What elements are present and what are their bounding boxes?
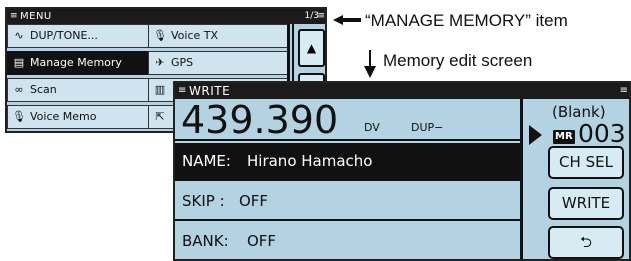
back-button[interactable]: ⮌ [548, 226, 624, 259]
menu-item-label: Manage Memory [30, 56, 122, 69]
play-arrow-icon [529, 125, 542, 145]
name-field-row[interactable]: NAME: Hirano Hamacho [175, 143, 520, 181]
write-list-end-icon: ≡ [619, 85, 628, 96]
frequency-display: 439.390 [181, 98, 339, 142]
menu-item-label: Scan [30, 83, 57, 96]
menu-item-label: GPS [171, 56, 194, 69]
mic-icon: 🎙 [12, 110, 26, 123]
write-screen: ≡ WRITE ≡ 439.390 DV DUP− NAME: Hirano H… [173, 81, 631, 261]
cs-icon: ▥ [154, 83, 166, 96]
menu-list-icon: ≡ [10, 11, 18, 21]
panel-divider [520, 99, 523, 259]
field-value: OFF [247, 232, 277, 250]
menu-item-manage-memory[interactable]: ▤ Manage Memory [7, 51, 149, 75]
menu-page-list-icon: ≡ [317, 11, 325, 21]
menu-item-label: Voice TX [171, 29, 219, 42]
menu-item-dup-tone[interactable]: ∿ DUP/TONE... [7, 24, 149, 48]
annotation-memory-edit: Memory edit screen [383, 51, 533, 70]
exit-icon: ⇱ [155, 110, 165, 123]
write-button[interactable]: WRITE [548, 187, 624, 220]
back-icon: ⮌ [579, 233, 592, 251]
tone-icon: ∿ [14, 29, 24, 42]
memory-channel-number: 003 [578, 119, 626, 148]
binoculars-icon: ∞ [14, 83, 24, 96]
menu-titlebar: ≡ MENU 1/3 ≡ [7, 9, 325, 24]
skip-field-row[interactable]: SKIP : OFF [175, 183, 520, 221]
write-title: WRITE [189, 84, 231, 98]
arrow-down-icon [364, 50, 376, 78]
duplex-indicator: DUP− [411, 121, 444, 134]
write-titlebar: ≡ WRITE ≡ [175, 83, 629, 99]
caret-up-icon: ▲ [306, 41, 317, 55]
mr-badge: MR [553, 130, 575, 144]
voice-tx-icon: 🎙 [153, 29, 167, 42]
menu-item-gps[interactable]: ✈ GPS [148, 51, 288, 75]
write-list-icon: ≡ [178, 85, 187, 96]
field-label: NAME: [182, 152, 231, 170]
mode-indicator: DV [364, 121, 380, 134]
field-value: Hirano Hamacho [247, 152, 373, 170]
arrow-left-icon [333, 15, 361, 25]
menu-title: MENU [20, 11, 52, 22]
frequency-row[interactable]: 439.390 DV DUP− [175, 99, 520, 141]
field-value: OFF [239, 192, 269, 210]
gps-icon: ✈ [155, 56, 165, 69]
scroll-up-button[interactable]: ▲ [298, 29, 325, 67]
menu-item-voice-memo[interactable]: 🎙 Voice Memo [7, 105, 149, 129]
ch-sel-button[interactable]: CH SEL [548, 146, 624, 179]
memory-icon: ▤ [13, 56, 25, 69]
field-label: BANK: [182, 232, 229, 250]
annotation-manage-memory: “MANAGE MEMORY” item [365, 11, 568, 30]
menu-item-label: DUP/TONE... [30, 29, 98, 42]
bank-field-row[interactable]: BANK: OFF [175, 223, 520, 259]
menu-item-scan[interactable]: ∞ Scan [7, 78, 149, 102]
menu-item-label: Voice Memo [30, 110, 97, 123]
menu-item-voice-tx[interactable]: 🎙 Voice TX [148, 24, 288, 48]
field-label: SKIP : [182, 192, 225, 210]
